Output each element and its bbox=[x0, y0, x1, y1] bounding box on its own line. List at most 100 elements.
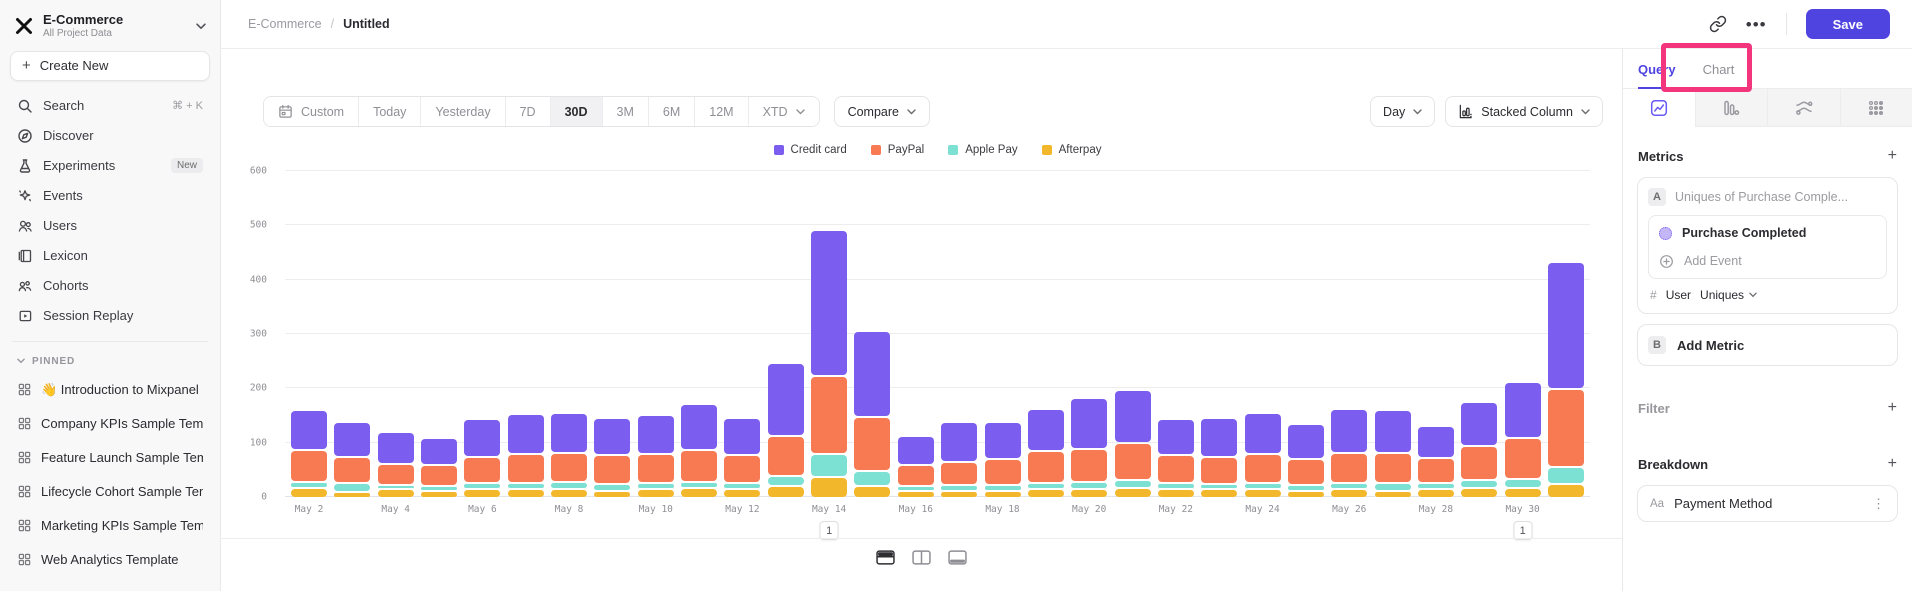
bar-may-4[interactable]: May 4 bbox=[378, 433, 414, 497]
bar-may-7[interactable] bbox=[508, 415, 544, 497]
granularity-dropdown[interactable]: Day bbox=[1370, 96, 1435, 127]
bar-may-18[interactable]: May 18 bbox=[985, 423, 1021, 497]
sidebar-item-session-replay[interactable]: Session Replay bbox=[10, 301, 210, 331]
bar-may-5[interactable] bbox=[421, 439, 457, 497]
bar-may-30[interactable]: May 301 bbox=[1505, 383, 1541, 497]
bar-may-3[interactable] bbox=[334, 423, 370, 497]
save-button[interactable]: Save bbox=[1806, 9, 1890, 39]
sidebar-item-experiments[interactable]: ExperimentsNew bbox=[10, 151, 210, 181]
bar-may-11[interactable] bbox=[681, 405, 717, 497]
pinned-section-header[interactable]: PINNED bbox=[10, 352, 210, 373]
bar-may-19[interactable] bbox=[1028, 410, 1064, 497]
bar-may-10[interactable]: May 10 bbox=[638, 416, 674, 497]
kebab-menu-icon[interactable]: ⋮ bbox=[1872, 496, 1885, 512]
bar-may-12[interactable]: May 12 bbox=[724, 419, 760, 497]
breakdown-item-payment-method[interactable]: Aa Payment Method ⋮ bbox=[1637, 485, 1898, 522]
bar-segment-paypal bbox=[508, 455, 544, 482]
breadcrumb-report-title[interactable]: Untitled bbox=[343, 17, 390, 31]
bar-may-9[interactable] bbox=[594, 419, 630, 497]
bar-may-15[interactable] bbox=[854, 332, 890, 497]
pinned-board-introduction-to-mixpanel-bo[interactable]: 👋 Introduction to Mixpanel Bo bbox=[10, 373, 210, 407]
legend-item-credit-card[interactable]: Credit card bbox=[774, 144, 847, 156]
bar-may-24[interactable]: May 24 bbox=[1245, 414, 1281, 497]
bar-may-25[interactable] bbox=[1288, 425, 1324, 497]
legend-swatch bbox=[774, 145, 784, 155]
tab-funnels[interactable] bbox=[1695, 89, 1768, 127]
bar-segment-afterpay bbox=[985, 492, 1021, 497]
sidebar-item-events[interactable]: Events bbox=[10, 181, 210, 211]
bar-may-22[interactable]: May 22 bbox=[1158, 420, 1194, 497]
bar-may-14[interactable]: May 141 bbox=[811, 231, 847, 497]
event-row[interactable]: Purchase Completed bbox=[1659, 219, 1876, 247]
legend-item-afterpay[interactable]: Afterpay bbox=[1042, 144, 1102, 156]
bar-may-29[interactable] bbox=[1461, 403, 1497, 497]
range-yesterday-button[interactable]: Yesterday bbox=[421, 97, 505, 126]
layout-columns-button[interactable] bbox=[908, 546, 935, 569]
bar-segment-paypal bbox=[1245, 455, 1281, 482]
metric-card-b-add-metric[interactable]: B Add Metric bbox=[1637, 324, 1898, 366]
aggregation-entity: User bbox=[1666, 288, 1691, 302]
layout-bottom-button[interactable] bbox=[944, 546, 971, 569]
bar-segment-afterpay bbox=[1201, 490, 1237, 497]
pinned-board-web-analytics-template[interactable]: Web Analytics Template bbox=[10, 543, 210, 577]
bar-may-17[interactable] bbox=[941, 423, 977, 497]
add-event-row[interactable]: Add Event bbox=[1659, 247, 1876, 275]
project-subtitle: All Project Data bbox=[43, 28, 123, 41]
bar-may-31[interactable] bbox=[1548, 263, 1584, 497]
project-switcher[interactable]: E-Commerce All Project Data bbox=[10, 10, 210, 51]
x-tick-label: May 28 bbox=[1419, 504, 1453, 515]
pinned-board-company-kpis-sample-templat[interactable]: Company KPIs Sample Templat bbox=[10, 407, 210, 441]
legend-item-paypal[interactable]: PayPal bbox=[871, 144, 924, 156]
add-breakdown-plus-icon[interactable]: + bbox=[1888, 456, 1897, 472]
bar-may-6[interactable]: May 6 bbox=[464, 420, 500, 497]
bar-may-28[interactable]: May 28 bbox=[1418, 427, 1454, 497]
range-12m-button[interactable]: 12M bbox=[695, 97, 748, 126]
tab-retention[interactable] bbox=[1840, 89, 1912, 127]
bar-may-2[interactable]: May 2 bbox=[291, 411, 327, 497]
bar-segment-credit-card bbox=[941, 423, 977, 461]
add-metric-plus-icon[interactable]: + bbox=[1888, 148, 1897, 164]
range-xtd-button[interactable]: XTD bbox=[749, 97, 819, 126]
sidebar-item-cohorts[interactable]: Cohorts bbox=[10, 271, 210, 301]
range-6m-button[interactable]: 6M bbox=[649, 97, 695, 126]
pinned-board-lifecycle-cohort-sample-temp[interactable]: Lifecycle Cohort Sample Temp bbox=[10, 475, 210, 509]
chart-type-dropdown[interactable]: Stacked Column bbox=[1445, 96, 1603, 127]
bar-may-16[interactable]: May 16 bbox=[898, 437, 934, 497]
legend-item-apple-pay[interactable]: Apple Pay bbox=[948, 144, 1017, 156]
bar-segment-apple-pay bbox=[854, 472, 890, 486]
compare-button[interactable]: Compare bbox=[834, 96, 930, 127]
range-7d-button[interactable]: 7D bbox=[506, 97, 551, 126]
bar-segment-paypal bbox=[1505, 439, 1541, 478]
link-icon[interactable] bbox=[1709, 15, 1727, 33]
pinned-board-marketing-kpis-sample-templat[interactable]: Marketing KPIs Sample Templat bbox=[10, 509, 210, 543]
add-metric-label: Add Metric bbox=[1677, 338, 1744, 353]
bar-may-27[interactable] bbox=[1375, 411, 1411, 497]
tab-flows[interactable] bbox=[1767, 89, 1840, 127]
metric-a-name-row[interactable]: A Uniques of Purchase Comple... bbox=[1648, 188, 1887, 206]
more-options-icon[interactable]: ••• bbox=[1746, 16, 1767, 33]
aggregation-row[interactable]: # User Uniques bbox=[1650, 288, 1887, 302]
layout-rows-button[interactable] bbox=[872, 546, 899, 569]
bar-may-20[interactable]: May 20 bbox=[1071, 399, 1107, 497]
sidebar-item-users[interactable]: Users bbox=[10, 211, 210, 241]
legend-label: Apple Pay bbox=[965, 144, 1017, 156]
bar-may-23[interactable] bbox=[1201, 419, 1237, 497]
bar-may-26[interactable]: May 26 bbox=[1331, 410, 1367, 497]
range-30d-button[interactable]: 30D bbox=[551, 97, 603, 126]
breadcrumb-project[interactable]: E-Commerce bbox=[248, 17, 322, 31]
bar-may-21[interactable] bbox=[1115, 391, 1151, 497]
bar-may-13[interactable] bbox=[768, 364, 804, 497]
create-new-button[interactable]: + Create New bbox=[10, 51, 210, 81]
range-3m-button[interactable]: 3M bbox=[603, 97, 649, 126]
range-custom-button[interactable]: Custom bbox=[264, 97, 359, 126]
sidebar-item-discover[interactable]: Discover bbox=[10, 121, 210, 151]
tab-insights[interactable] bbox=[1623, 89, 1695, 127]
add-filter-plus-icon[interactable]: + bbox=[1888, 400, 1897, 416]
bar-may-8[interactable]: May 8 bbox=[551, 414, 587, 497]
range-today-button[interactable]: Today bbox=[359, 97, 421, 126]
pinned-board-feature-launch-sample-templa[interactable]: Feature Launch Sample Templa bbox=[10, 441, 210, 475]
tab-query[interactable]: Query bbox=[1638, 62, 1676, 88]
sidebar-item-lexicon[interactable]: Lexicon bbox=[10, 241, 210, 271]
tab-chart[interactable]: Chart bbox=[1703, 62, 1735, 88]
sidebar-item-search[interactable]: Search⌘ + K bbox=[10, 91, 210, 121]
